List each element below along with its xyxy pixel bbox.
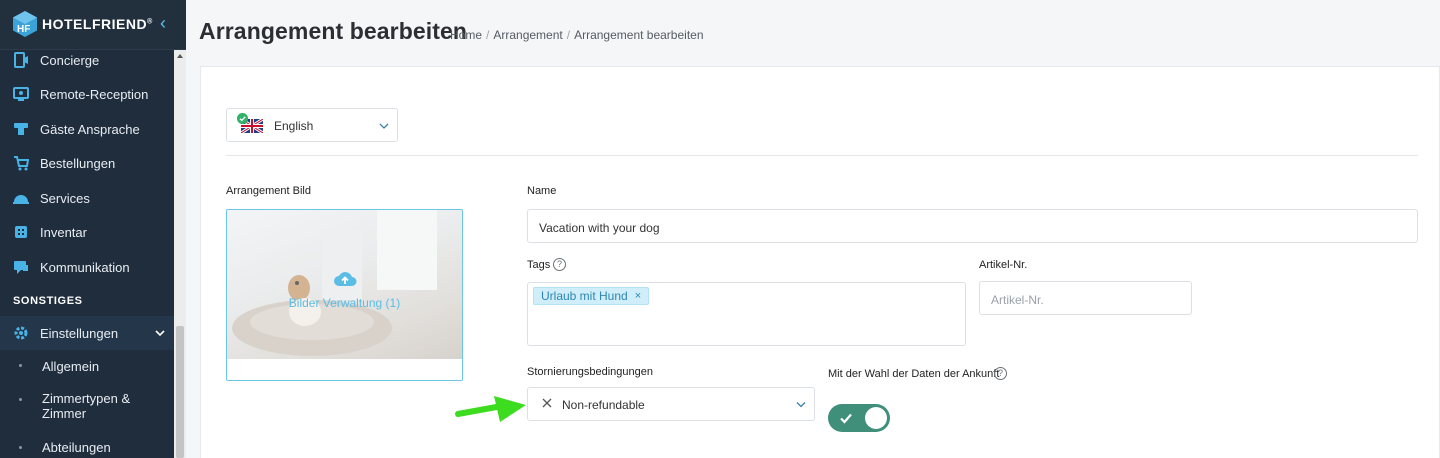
breadcrumb-current: Arrangement bearbeiten — [574, 28, 704, 42]
clear-icon[interactable] — [542, 398, 552, 408]
check-badge-icon — [237, 113, 248, 124]
toggle-knob — [865, 407, 887, 429]
sidebar-item-einstellungen[interactable]: Einstellungen — [0, 316, 174, 350]
remove-tag-icon[interactable]: × — [635, 290, 641, 302]
sidebar-item-label: Gäste Ansprache — [40, 121, 140, 137]
arrival-label: Mit der Wahl der Daten der Ankunft — [828, 368, 1000, 380]
sidebar-item-services[interactable]: Services — [0, 181, 174, 215]
sidebar-subitem-label: Zimmertypen & Zimmer — [42, 391, 131, 421]
annotation-arrow-icon — [455, 396, 526, 422]
scroll-up-icon[interactable] — [177, 54, 183, 58]
sidebar-item-bestellungen[interactable]: Bestellungen — [0, 146, 174, 180]
svg-text:HF: HF — [17, 24, 30, 35]
bullet-icon — [19, 364, 22, 367]
sidebar-item-inventar[interactable]: Inventar — [0, 215, 174, 249]
cancellation-value: Non-refundable — [562, 398, 645, 412]
tags-label: Tags — [527, 259, 551, 271]
chevron-down-icon — [796, 402, 806, 408]
services-icon — [13, 195, 29, 204]
breadcrumb-home[interactable]: Home — [450, 28, 482, 42]
cancellation-label: Stornierungsbedingungen — [527, 366, 653, 378]
breadcrumb-arrangement[interactable]: Arrangement — [493, 28, 562, 42]
name-input-value: Vacation with your dog — [539, 221, 660, 235]
chevron-down-icon — [379, 123, 389, 129]
communication-icon — [14, 261, 28, 274]
tag-chip: Urlaub mit Hund × — [533, 287, 650, 305]
sidebar-item-label: Kommunikation — [40, 259, 130, 275]
cancellation-select[interactable]: Non-refundable — [527, 387, 815, 421]
arrival-toggle[interactable] — [828, 404, 890, 432]
language-select[interactable]: English — [226, 108, 398, 142]
remote-reception-icon — [13, 87, 29, 101]
scrollbar-thumb[interactable] — [176, 326, 184, 458]
tags-input[interactable]: Urlaub mit Hund × — [527, 282, 966, 346]
name-input[interactable]: Vacation with your dog — [527, 209, 1418, 243]
breadcrumb-separator: / — [566, 28, 571, 42]
image-label: Arrangement Bild — [226, 185, 311, 197]
image-manager-label: Bilder Verwaltung (1) — [288, 296, 401, 310]
divider — [226, 155, 1418, 156]
article-number-input[interactable]: Artikel-Nr. — [979, 281, 1192, 315]
article-number-label: Artikel-Nr. — [979, 259, 1028, 271]
cart-icon — [14, 156, 29, 171]
sidebar-subitem-label: Allgemein — [42, 359, 100, 374]
sidebar-subitem-abteilungen[interactable]: Abteilungen — [0, 438, 174, 458]
hotelfriend-logo-icon: HF — [13, 11, 37, 37]
sidebar-item-label: Einstellungen — [40, 325, 119, 341]
breadcrumb: Home / Arrangement / Arrangement bearbeiten — [450, 28, 704, 42]
sidebar-subitem-allgemein[interactable]: Allgemein — [0, 356, 174, 376]
cloud-upload-icon — [334, 272, 357, 286]
brand-name: HOTELFRIEND® — [42, 16, 153, 32]
sidebar-subitem-zimmertypen[interactable]: Zimmertypen & Zimmer — [0, 390, 174, 424]
sidebar-item-label: Inventar — [40, 224, 87, 240]
inventory-icon — [15, 226, 27, 238]
sidebar-item-concierge[interactable]: Concierge — [0, 43, 174, 77]
sidebar-item-label: Bestellungen — [40, 155, 116, 171]
gear-icon — [14, 326, 28, 340]
sidebar-section-title: SONSTIGES — [13, 295, 83, 307]
sidebar-item-kommunikation[interactable]: Kommunikation — [0, 250, 174, 284]
concierge-icon — [14, 52, 28, 68]
collapse-sidebar-icon[interactable]: ‹ — [154, 12, 172, 34]
sidebar: HF HOTELFRIEND® ‹ Concierge Remote-Recep… — [0, 0, 186, 458]
page-title: Arrangement bearbeiten — [199, 18, 468, 44]
sidebar-item-label: Remote-Reception — [40, 86, 149, 102]
help-icon[interactable]: ? — [553, 258, 566, 271]
help-icon[interactable]: ? — [994, 367, 1007, 380]
name-label: Name — [527, 185, 557, 197]
language-label: English — [274, 119, 314, 133]
sidebar-subitem-label: Abteilungen — [42, 440, 111, 455]
sidebar-item-label: Services — [40, 190, 90, 206]
image-manager[interactable]: Bilder Verwaltung (1) — [226, 209, 463, 381]
bullet-icon — [19, 446, 22, 449]
chevron-down-icon — [155, 330, 165, 337]
check-icon — [840, 413, 852, 424]
sidebar-item-remote-reception[interactable]: Remote-Reception — [0, 77, 174, 111]
breadcrumb-separator: / — [486, 28, 490, 42]
article-number-placeholder: Artikel-Nr. — [991, 293, 1044, 307]
tag-label: Urlaub mit Hund — [541, 289, 628, 303]
guest-address-icon — [14, 123, 28, 135]
sidebar-item-label: Concierge — [40, 52, 100, 68]
bullet-icon — [19, 398, 22, 401]
sidebar-scrollbar[interactable] — [174, 50, 186, 458]
sidebar-item-gaeste-ansprache[interactable]: Gäste Ansprache — [0, 112, 174, 146]
